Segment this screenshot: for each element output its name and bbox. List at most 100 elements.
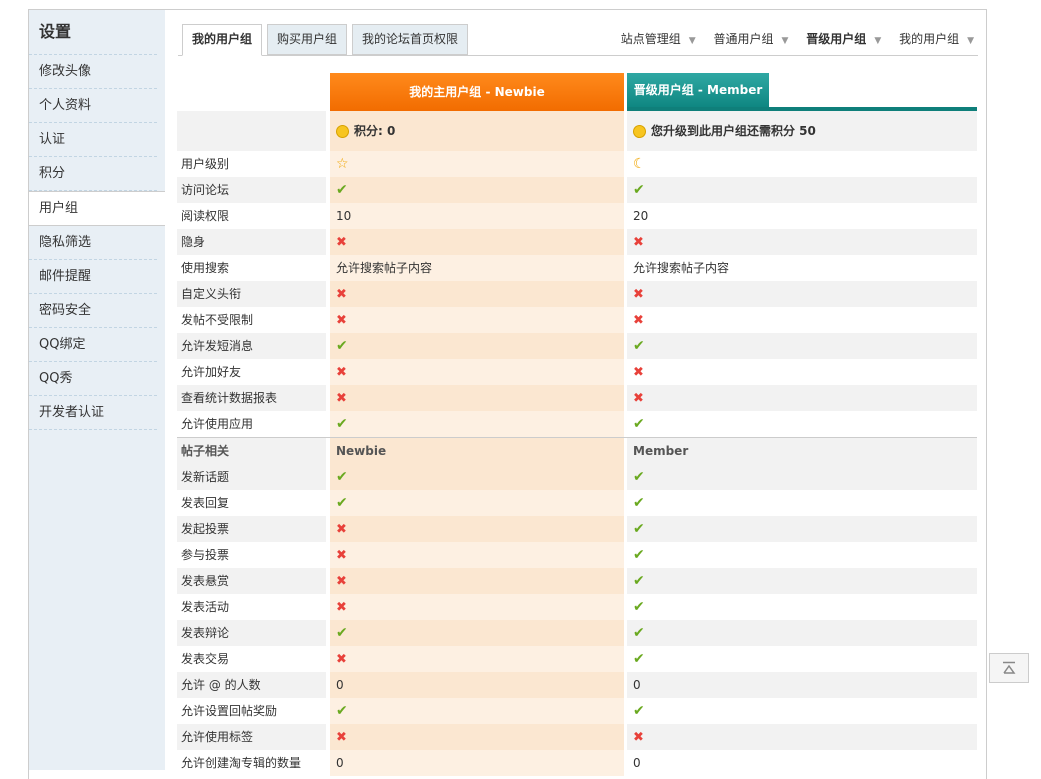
main-group-value: 0 (330, 750, 624, 776)
upgrade-group-value: ✔ (627, 542, 977, 568)
chevron-down-icon[interactable]: ▼ (778, 26, 799, 56)
sidebar-item[interactable]: QQ秀 (29, 362, 157, 396)
permission-table: 积分: 0 您升级到此用户组还需积分 50 用户级别 ☆ ☾ 访问论坛 ✔ ✔ 阅读权限 10… (177, 111, 977, 776)
upgrade-group-value: ☾ (627, 151, 977, 177)
cross-icon: ✖ (633, 391, 644, 406)
sidebar-item[interactable]: 邮件提醒 (29, 260, 157, 294)
cross-icon: ✖ (633, 313, 644, 328)
tab-my-usergroup[interactable]: 我的用户组 (182, 24, 263, 56)
section-label: 帖子相关 (177, 438, 326, 464)
cross-icon: ✖ (336, 235, 347, 250)
tab-buy-usergroup[interactable]: 购买用户组 (267, 24, 348, 55)
main-group-value: ✔ (330, 490, 624, 516)
back-to-top-button[interactable] (989, 653, 1029, 683)
chevron-down-icon[interactable]: ▼ (870, 26, 891, 56)
upgrade-group-value: 0 (627, 672, 977, 698)
permission-label: 查看统计数据报表 (177, 385, 326, 411)
permission-label: 允许设置回帖奖励 (181, 704, 278, 718)
bulb-icon (336, 125, 349, 138)
sidebar-item[interactable]: 用户组 (29, 191, 165, 226)
cross-icon: ✖ (633, 235, 644, 250)
permission-label: 允许使用应用 (181, 417, 254, 431)
permission-label: 允许发短消息 (177, 333, 326, 359)
table-row: 发表活动 ✖ ✔ (177, 594, 977, 620)
main-group-value: ✖ (330, 229, 624, 255)
main-group-value: ✖ (330, 516, 624, 542)
main-group-value: ✔ (330, 411, 624, 437)
check-icon: ✔ (633, 469, 645, 485)
tab-forum-home-permission[interactable]: 我的论坛首页权限 (352, 24, 469, 55)
upgrade-group-value: 0 (633, 756, 641, 770)
main-group-value: ✔ (330, 333, 624, 359)
main-group-value: ✖ (330, 646, 624, 672)
link-upgrade-group[interactable]: 晋级用户组 (802, 24, 870, 54)
check-icon: ✔ (336, 703, 348, 719)
check-icon: ✔ (633, 547, 645, 563)
main-score-cell: 积分: 0 (330, 111, 624, 151)
table-row: 用户级别 ☆ ☾ (177, 151, 977, 177)
cross-icon: ✖ (336, 730, 347, 745)
cross-icon: ✖ (336, 548, 347, 563)
upgrade-group-value: ✔ (627, 698, 977, 724)
permission-label: 发起投票 (177, 516, 326, 542)
upgrade-group-value: ✔ (627, 516, 977, 542)
main-group-value: 10 (330, 203, 624, 229)
permission-label: 发表交易 (181, 652, 230, 666)
check-icon: ✔ (336, 625, 348, 641)
main-group-value: ✖ (330, 359, 624, 385)
check-icon: ✔ (633, 703, 645, 719)
main-group-value: ☆ (330, 151, 624, 177)
cross-icon: ✖ (633, 730, 644, 745)
chevron-down-icon[interactable]: ▼ (963, 26, 978, 56)
sidebar-item[interactable]: 开发者认证 (29, 396, 157, 430)
section-upgrade-group: Member (627, 438, 977, 464)
table-row: 隐身 ✖ ✖ (177, 229, 977, 255)
check-icon: ✔ (633, 521, 645, 537)
check-icon: ✔ (336, 182, 348, 198)
upgrade-group-value: ✔ (627, 411, 977, 437)
upgrade-usergroup-header: 晋级用户组 - Member (627, 73, 769, 107)
table-row: 允许加好友 ✖ ✖ (177, 359, 977, 385)
permission-label: 访问论坛 (177, 177, 326, 203)
link-admin-group[interactable]: 站点管理组 (617, 24, 685, 54)
table-row: 允许 @ 的人数 0 0 (177, 672, 977, 698)
main-group-value: 0 (330, 672, 624, 698)
upgrade-group-value: ✖ (627, 385, 977, 411)
score-row: 积分: 0 您升级到此用户组还需积分 50 (177, 111, 977, 151)
upgrade-group-value: ✔ (627, 464, 977, 490)
table-row: 发新话题 ✔ ✔ (177, 464, 977, 490)
sidebar-item[interactable]: 修改头像 (29, 55, 157, 89)
link-normal-group[interactable]: 普通用户组 (710, 24, 778, 54)
upgrade-group-value: ✔ (627, 333, 977, 359)
main-group-value: ✖ (330, 594, 624, 620)
permission-label: 参与投票 (181, 548, 230, 562)
upgrade-group-value: 20 (633, 209, 649, 223)
permission-label: 自定义头衔 (177, 281, 326, 307)
sidebar-item[interactable]: 隐私筛选 (29, 226, 157, 260)
main-group-value: ✔ (330, 464, 624, 490)
permission-label: 允许 @ 的人数 (177, 672, 326, 698)
check-icon: ✔ (633, 573, 645, 589)
upgrade-group-value: ✔ (627, 177, 977, 203)
sidebar-item[interactable]: QQ绑定 (29, 328, 157, 362)
link-my-group[interactable]: 我的用户组 (895, 24, 963, 54)
permission-label: 允许创建淘专辑的数量 (181, 756, 302, 770)
table-row: 允许使用应用 ✔ ✔ (177, 411, 977, 437)
permission-label: 发帖不受限制 (181, 313, 254, 327)
chevron-down-icon[interactable]: ▼ (685, 26, 706, 56)
table-row: 发表悬赏 ✖ ✔ (177, 568, 977, 594)
moon-icon: ☾ (633, 156, 646, 172)
section-main-group: Newbie (330, 438, 624, 464)
sidebar-item[interactable]: 密码安全 (29, 294, 157, 328)
cross-icon: ✖ (633, 365, 644, 380)
cross-icon: ✖ (336, 391, 347, 406)
upgrade-group-value: ✖ (627, 359, 977, 385)
main-group-value: ✔ (330, 620, 624, 646)
upgrade-group-value: ✔ (627, 646, 977, 672)
upgrade-group-value: ✔ (627, 568, 977, 594)
sidebar-item[interactable]: 认证 (29, 123, 157, 157)
sidebar-item[interactable]: 个人资料 (29, 89, 157, 123)
main-group-value: ✔ (330, 177, 624, 203)
sidebar-item[interactable]: 积分 (29, 157, 157, 191)
upgrade-score-text: 您升级到此用户组还需积分 50 (651, 124, 816, 138)
